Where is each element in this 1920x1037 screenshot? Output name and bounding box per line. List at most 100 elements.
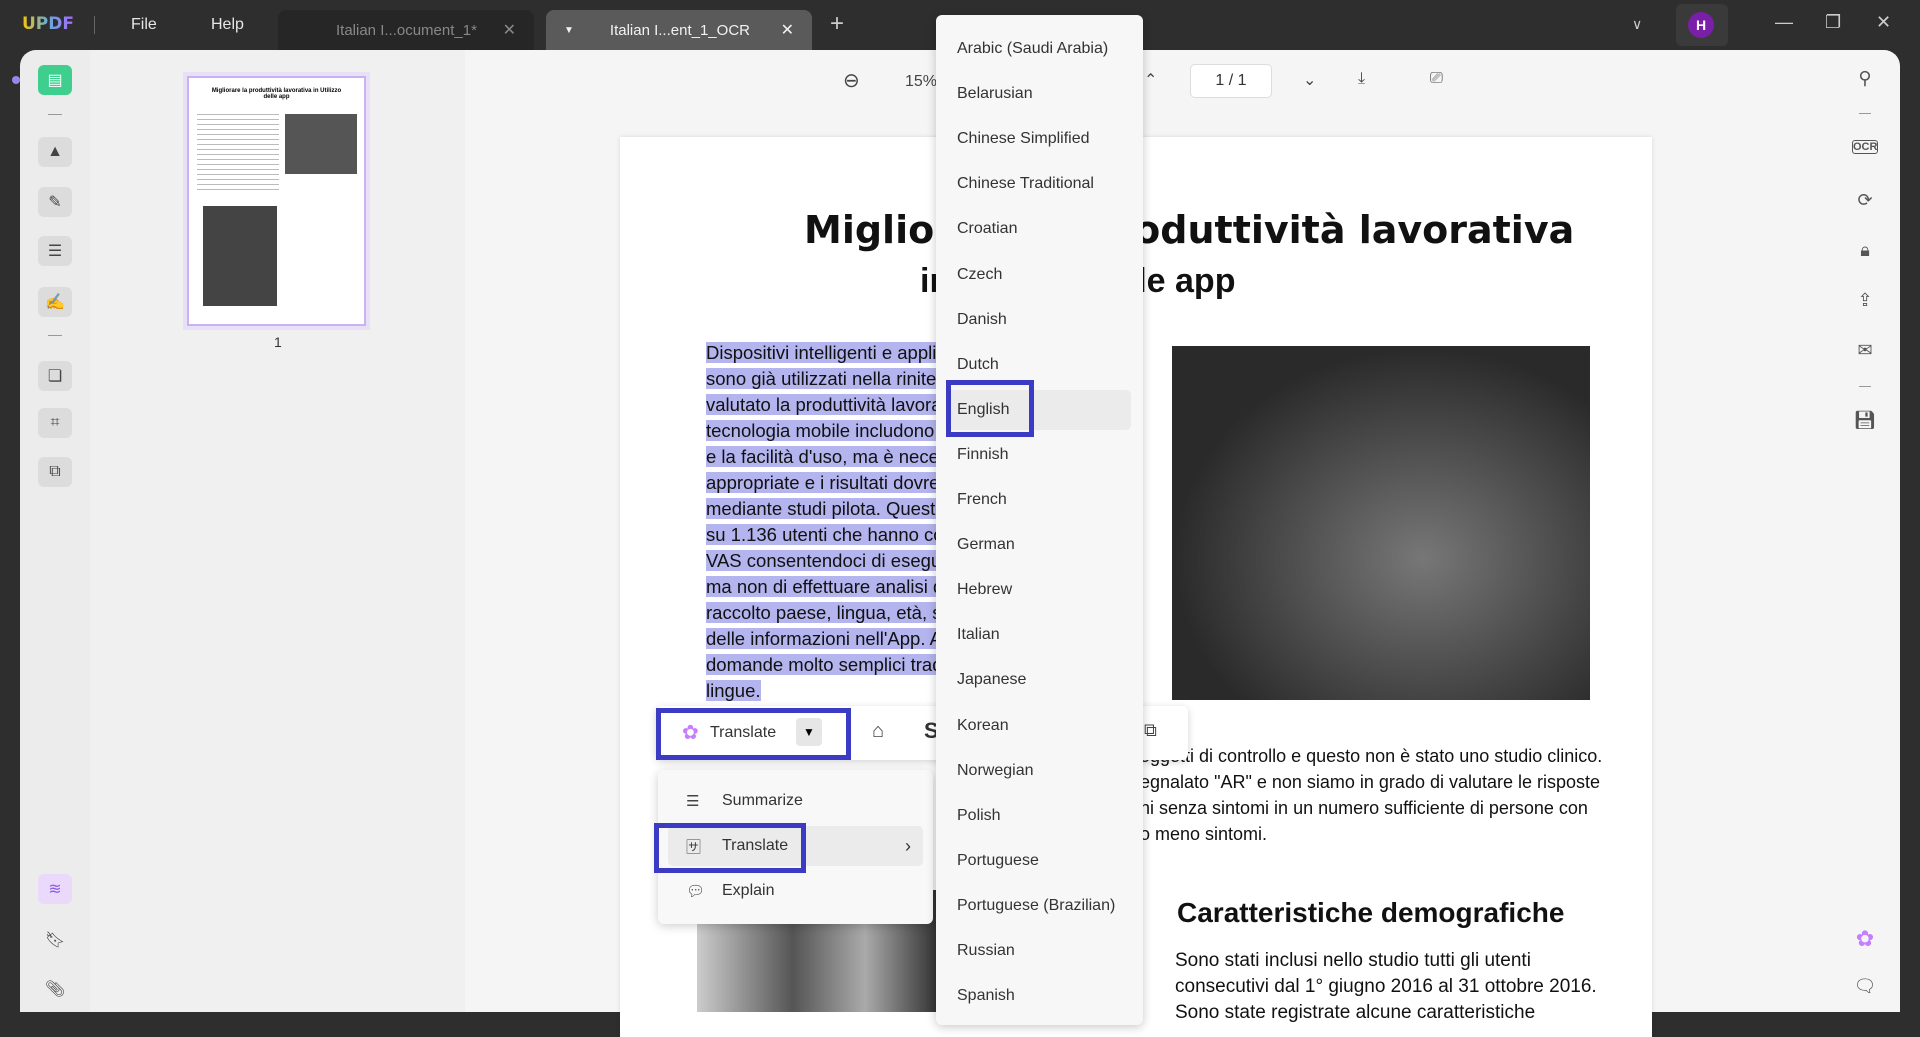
menu-item-label: Summarize [722,792,803,809]
language-option[interactable]: Norwegian [946,751,1131,791]
language-option[interactable]: Chinese Simplified [946,119,1131,159]
text-line: egnalato "AR" e non siamo in grado di va… [1140,772,1601,792]
ai-assistant-icon[interactable]: ✿ [1852,926,1878,952]
meeting-photo [1172,346,1590,700]
menu-item-explain[interactable]: 💬︎ Explain [668,871,923,911]
page-number-input[interactable]: 1 / 1 [1190,64,1272,98]
watermark-icon[interactable]: ⧉ [38,457,72,487]
language-option[interactable]: Spanish [946,976,1131,1016]
organize-pages-icon[interactable]: ❏ [38,361,72,391]
language-option[interactable]: Portuguese [946,841,1131,881]
text-line: Sono state registrate alcune caratterist… [1175,1002,1536,1023]
text-line: oggetti di controllo e questo non è stat… [1140,746,1603,766]
tab-label: Italian I...ocument_1* [336,21,477,39]
divider [48,114,62,115]
sign-icon[interactable]: ✍ [38,287,72,317]
left-tool-sidebar: ▤ ▲ ✎ ☰ ✍ ❏ ⌗ ⧉ ≋ 🔖︎ 📎︎ [20,50,90,1012]
close-window-icon[interactable]: ✕ [1876,12,1891,33]
menu-item-summarize[interactable]: ☰ Summarize [668,781,923,821]
language-option[interactable]: Japanese [946,660,1131,700]
bookmark-icon[interactable]: 🔖︎ [38,925,72,955]
reader-icon[interactable]: ▤ [38,65,72,95]
text-line: valutato la produttività lavorat [706,392,938,418]
language-option[interactable]: Russian [946,931,1131,971]
tab-document-ocr[interactable]: ▼ Italian I...ent_1_OCR ✕ [546,10,812,50]
ocr-icon[interactable]: OCR [1852,140,1878,154]
text-line: tecnologia mobile includono la [706,418,938,444]
panel-toggle-dot[interactable] [12,76,20,84]
comment-icon[interactable]: 🗨︎ [1852,976,1878,997]
highlighter-icon[interactable]: ▲ [38,137,72,167]
translate-menu-callout-box [654,823,806,873]
minimize-icon[interactable]: — [1775,12,1793,33]
text-line: domande molto semplici trad [706,652,938,678]
share-icon[interactable]: ⇪ [1852,290,1878,311]
tab-dropdown-icon[interactable]: ▼ [564,25,574,36]
thumbnail-image [203,206,277,306]
next-page-icon[interactable]: ⌄ [1303,70,1316,90]
text-line: consecutivi dal 1° giugno 2016 al 31 ott… [1175,976,1597,997]
text-line: ni senza sintomi in un numero sufficient… [1140,798,1588,818]
search-icon[interactable]: ⚲ [1852,68,1878,89]
presentation-icon[interactable]: ⎚ [1430,70,1443,88]
language-option[interactable]: Czech [946,255,1131,295]
section-paragraph: Sono stati inclusi nello studio tutti gl… [1175,948,1597,1026]
language-option[interactable]: Polish [946,796,1131,836]
close-icon[interactable]: ✕ [503,20,516,40]
page-thumbnail[interactable]: Migliorare la produttività lavorativa in… [187,76,366,326]
new-tab-plus-icon[interactable]: + [830,10,844,38]
language-option[interactable]: Italian [946,615,1131,655]
restore-icon[interactable]: ❐ [1825,12,1841,33]
thumbnail-text [197,114,279,194]
explain-icon: 💬︎ [686,883,706,900]
last-page-icon[interactable]: ⤓ [1358,70,1365,88]
tab-label: Italian I...ent_1_OCR [609,21,750,39]
language-option[interactable]: Danish [946,300,1131,340]
language-option[interactable]: Croatian [946,209,1131,249]
highlight-icon[interactable]: ⌂ [872,720,884,743]
save-icon[interactable]: 💾︎ [1852,410,1878,431]
selected-paragraph[interactable]: Dispositivi intelligenti e applic sono g… [706,340,938,704]
language-option[interactable]: Dutch [946,345,1131,385]
language-option[interactable]: Arabic (Saudi Arabia) [946,29,1131,69]
document-title-line1: Migliorare la produttività lavorativa [804,208,1575,252]
previous-page-icon[interactable]: ⌃ [1144,70,1157,90]
layers-icon[interactable]: ≋ [38,874,72,904]
convert-icon[interactable]: ⟳ [1852,190,1878,211]
section-heading: Caratteristiche demografiche [1177,897,1565,928]
text-line: lingue. [706,680,761,701]
zoom-level[interactable]: 15% [905,73,937,91]
close-icon[interactable]: ✕ [781,20,794,40]
menu-file[interactable]: File [131,16,157,34]
attachment-icon[interactable]: 📎︎ [38,974,72,1004]
text-line: mediante studi pilota. Questo [706,496,938,522]
language-option[interactable]: Korean [946,706,1131,746]
thumbnail-panel: Migliorare la produttività lavorativa in… [90,50,465,1012]
form-icon[interactable]: ☰ [38,236,72,266]
language-option[interactable]: Belarusian [946,74,1131,114]
avatar[interactable]: H [1688,12,1714,38]
email-icon[interactable]: ✉ [1852,340,1878,361]
edit-pdf-icon[interactable]: ✎ [38,187,72,217]
language-dropdown: Arabic (Saudi Arabia) Belarusian Chinese S… [936,15,1143,1025]
chevron-down-icon[interactable]: ∨ [1632,16,1642,33]
page-number-label: 1 [274,334,282,350]
language-option[interactable]: Portuguese (Brazilian) [946,886,1131,926]
text-line: VAS consentendoci di eseguir [706,548,938,574]
zoom-out-icon[interactable]: ⊖ [843,68,860,93]
right-tool-sidebar: ⚲ OCR ⟳ 🔒︎ ⇪ ✉ 💾︎ ✿ 🗨︎ [1830,50,1900,1012]
text-line: delle informazioni nell'App. A [706,626,938,652]
copy-icon[interactable]: ⧉ [1144,720,1157,741]
crop-icon[interactable]: ⌗ [38,408,72,438]
menu-help[interactable]: Help [211,16,244,34]
language-option[interactable]: Chinese Traditional [946,164,1131,204]
updf-logo: UPDF [22,14,74,34]
protect-icon[interactable]: 🔒︎ [1852,240,1878,261]
language-option[interactable]: French [946,480,1131,520]
thumbnail-image [285,114,357,174]
language-option[interactable]: German [946,525,1131,565]
divider [1859,386,1871,387]
language-option[interactable]: Hebrew [946,570,1131,610]
language-option[interactable]: Finnish [946,435,1131,475]
tab-document-1[interactable]: Italian I...ocument_1* ✕ [278,10,534,50]
